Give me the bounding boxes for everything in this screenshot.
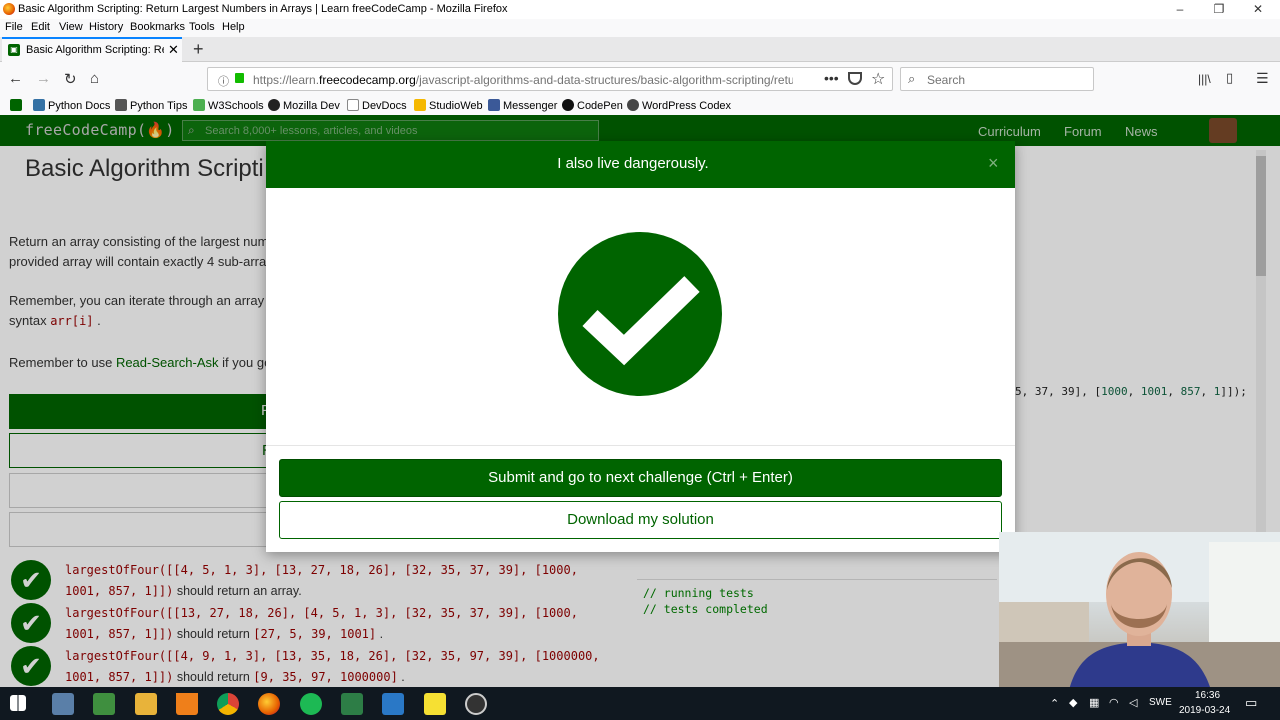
bookmarks-toolbar: Python Docs Python Tips W3Schools Mozill… [0, 96, 1280, 115]
download-solution-button[interactable]: Download my solution [279, 501, 1002, 539]
wifi-icon[interactable]: ◠ [1109, 696, 1119, 709]
bookmark-fcc[interactable] [10, 99, 25, 112]
language-indicator[interactable]: SWE [1149, 697, 1172, 708]
windows-start-icon[interactable] [10, 695, 26, 711]
facebook-icon [488, 99, 500, 111]
completion-modal: I also live dangerously. × Submit and go… [266, 141, 1015, 552]
window-title: Basic Algorithm Scripting: Return Larges… [18, 3, 508, 15]
menu-tools[interactable]: Tools [189, 21, 215, 33]
info-icon[interactable]: ⓘ [218, 73, 229, 89]
dropbox-icon[interactable]: ◆ [1069, 696, 1077, 709]
taskbar-app-icon[interactable] [93, 693, 115, 715]
codepen-icon [562, 99, 574, 111]
volume-icon[interactable]: ◁ [1129, 696, 1137, 709]
menu-view[interactable]: View [59, 21, 83, 33]
firefox-icon [3, 3, 15, 15]
page-actions-icon[interactable]: ••• [824, 70, 839, 86]
fcc-favicon-icon: ▣ [8, 44, 20, 56]
taskbar-app-icon[interactable] [341, 693, 363, 715]
minimize-button[interactable]: – [1165, 1, 1195, 18]
window-titlebar: Basic Algorithm Scripting: Return Larges… [0, 0, 1280, 19]
restore-button[interactable]: ❐ [1204, 1, 1234, 18]
modal-title: I also live dangerously. [557, 155, 709, 172]
search-icon: ⌕ [908, 71, 916, 86]
menu-bar: File Edit View History Bookmarks Tools H… [0, 19, 1280, 37]
submit-next-challenge-button[interactable]: Submit and go to next challenge (Ctrl + … [279, 459, 1002, 497]
python-icon [33, 99, 45, 111]
obs-icon[interactable] [465, 693, 487, 715]
chrome-icon[interactable] [217, 693, 239, 715]
reload-button[interactable]: ↻ [64, 70, 77, 88]
spotify-icon[interactable] [300, 693, 322, 715]
vlc-icon[interactable] [176, 693, 198, 715]
url-bar[interactable]: ⓘ https://learn.freecodecamp.org/javascr… [207, 67, 893, 91]
vscode-icon[interactable] [382, 693, 404, 715]
menu-help[interactable]: Help [222, 21, 245, 33]
notifications-icon[interactable]: ▭ [1245, 695, 1257, 711]
w3schools-icon [193, 99, 205, 111]
menu-history[interactable]: History [89, 21, 123, 33]
new-tab-button[interactable]: + [193, 39, 204, 60]
success-check-icon [558, 232, 722, 396]
sticky-notes-icon[interactable] [424, 693, 446, 715]
tab-strip: ▣ Basic Algorithm Scripting: Retu ✕ + [0, 37, 1280, 62]
menu-edit[interactable]: Edit [31, 21, 50, 33]
book-icon [115, 99, 127, 111]
tray-chevron-icon[interactable]: ⌃ [1050, 697, 1059, 710]
tab-close-icon[interactable]: ✕ [168, 42, 179, 58]
tab-label: Basic Algorithm Scripting: Retu [26, 44, 164, 56]
pocket-icon[interactable] [848, 72, 862, 85]
devdocs-icon [347, 99, 359, 111]
wordpress-icon [627, 99, 639, 111]
bookmark-wordpress-codex[interactable]: WordPress Codex [627, 99, 731, 112]
menu-hamburger-icon[interactable]: ☰ [1256, 70, 1269, 87]
search-placeholder: Search [927, 73, 966, 87]
fcc-bookmark-icon [10, 99, 22, 111]
file-explorer-icon[interactable] [135, 693, 157, 715]
webcam-person-image [999, 532, 1280, 690]
sidebar-icon[interactable]: ▯ [1226, 70, 1233, 86]
taskbar-app-icon[interactable] [52, 693, 74, 715]
bookmark-star-icon[interactable]: ☆ [871, 69, 885, 89]
modal-divider [266, 445, 1015, 446]
lock-icon [235, 73, 244, 83]
home-button[interactable]: ⌂ [90, 70, 99, 87]
tab-active[interactable]: ▣ Basic Algorithm Scripting: Retu ✕ [2, 37, 182, 62]
modal-close-icon[interactable]: × [988, 153, 999, 174]
firefox-taskbar-icon[interactable] [258, 693, 280, 715]
modal-header: I also live dangerously. × [266, 141, 1015, 188]
mozilla-icon [268, 99, 280, 111]
bookmark-studioweb[interactable]: StudioWeb [414, 99, 483, 112]
bookmark-w3schools[interactable]: W3Schools [193, 99, 264, 112]
forward-button[interactable]: → [36, 70, 51, 87]
bookmark-devdocs[interactable]: DevDocs [347, 99, 407, 112]
clock-time[interactable]: 16:36 [1195, 690, 1220, 701]
windows-taskbar: ⌃ ◆ ▦ ◠ ◁ SWE 16:36 2019-03-24 ▭ [0, 687, 1280, 720]
search-bar[interactable]: ⌕ Search [900, 67, 1094, 91]
library-icon[interactable]: |||\ [1198, 72, 1211, 86]
clock-date[interactable]: 2019-03-24 [1179, 705, 1230, 716]
webcam-video [999, 532, 1280, 690]
studioweb-icon [414, 99, 426, 111]
back-button[interactable]: ← [8, 70, 23, 87]
url-text: https://learn.freecodecamp.org/javascrip… [253, 73, 793, 87]
bookmark-codepen[interactable]: CodePen [562, 99, 623, 112]
menu-bookmarks[interactable]: Bookmarks [130, 21, 185, 33]
navigation-toolbar: ← → ↻ ⌂ ⓘ https://learn.freecodecamp.org… [0, 62, 1280, 96]
menu-file[interactable]: File [5, 21, 23, 33]
bookmark-mozilla-dev[interactable]: Mozilla Dev [268, 99, 340, 112]
bookmark-messenger[interactable]: Messenger [488, 99, 557, 112]
bookmark-python-tips[interactable]: Python Tips [115, 99, 187, 112]
network-icon[interactable]: ▦ [1089, 696, 1099, 709]
close-window-button[interactable]: ✕ [1243, 1, 1273, 18]
bookmark-python-docs[interactable]: Python Docs [33, 99, 110, 112]
